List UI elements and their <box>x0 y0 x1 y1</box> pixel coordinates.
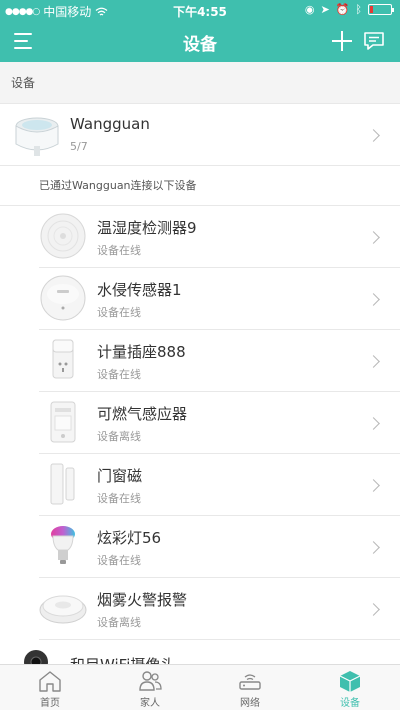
device-status: 设备在线 <box>97 306 141 319</box>
device-status: 设备在线 <box>97 368 141 381</box>
smart-plug-icon <box>52 339 74 379</box>
location-icon: ➤ <box>320 3 330 16</box>
device-name: 计量插座888 <box>97 343 186 361</box>
gateway-name: Wangguan <box>70 115 150 133</box>
chevron-right-icon <box>367 417 380 430</box>
camera-name: 和目WiFi摄像头 <box>70 654 175 664</box>
connected-devices-hint: 已通过Wangguan连接以下设备 <box>0 166 400 206</box>
tab-bar: 首页 家人 网络 设备 <box>0 664 400 710</box>
chevron-right-icon <box>367 541 380 554</box>
chevron-right-icon <box>367 129 380 142</box>
gateway-row[interactable]: Wangguan 5/7 <box>0 104 400 166</box>
camera-row[interactable]: 和目WiFi摄像头 <box>0 640 400 664</box>
chevron-right-icon <box>367 355 380 368</box>
color-bulb-icon <box>51 526 75 564</box>
device-cube-icon <box>339 671 361 692</box>
device-name: 可燃气感应器 <box>97 405 188 423</box>
tab-label: 网络 <box>240 698 260 709</box>
device-row[interactable]: 水侵传感器1 设备在线 <box>39 268 400 330</box>
battery-icon <box>368 4 394 15</box>
device-status: 设备在线 <box>97 492 141 505</box>
tab-label: 首页 <box>40 698 60 709</box>
gateway-device-count: 5/7 <box>70 140 88 153</box>
tab-family[interactable]: 家人 <box>100 665 200 710</box>
message-icon[interactable] <box>362 29 386 53</box>
device-list: 温湿度检测器9 设备在线 水侵传感器1 设备在线 计量插座888 设备在线 可燃… <box>0 206 400 640</box>
status-bar: ●●●●○ 中国移动 下午4:55 ◉ ➤ ⏰ ᛒ <box>0 0 400 20</box>
camera-icon <box>24 650 48 664</box>
device-status: 设备在线 <box>97 244 141 257</box>
device-row[interactable]: 烟雾火警报警 设备离线 <box>39 578 400 640</box>
device-row[interactable]: 炫彩灯56 设备在线 <box>39 516 400 578</box>
device-name: 烟雾火警报警 <box>97 591 188 609</box>
chevron-right-icon <box>367 231 380 244</box>
smoke-alarm-icon <box>39 595 87 624</box>
device-name: 门窗磁 <box>97 467 143 485</box>
water-leak-sensor-icon <box>40 275 86 321</box>
alarm-icon: ⏰ <box>335 3 350 16</box>
device-status: 设备离线 <box>97 616 141 629</box>
chevron-right-icon <box>367 603 380 616</box>
tab-network[interactable]: 网络 <box>200 665 300 710</box>
family-icon <box>139 671 162 691</box>
gateway-thumbnail-icon <box>15 117 59 156</box>
chevron-right-icon <box>367 479 380 492</box>
device-status: 设备在线 <box>97 554 141 567</box>
tab-devices[interactable]: 设备 <box>300 665 400 710</box>
device-name: 水侵传感器1 <box>97 281 182 299</box>
humidity-sensor-icon <box>40 213 86 259</box>
door-window-sensor-icon <box>50 463 75 505</box>
tab-home[interactable]: 首页 <box>0 665 100 710</box>
device-row[interactable]: 门窗磁 设备在线 <box>39 454 400 516</box>
device-row[interactable]: 计量插座888 设备在线 <box>39 330 400 392</box>
tab-label: 设备 <box>340 698 360 709</box>
router-icon <box>239 674 261 690</box>
home-icon <box>39 671 61 692</box>
device-row[interactable]: 温湿度检测器9 设备在线 <box>39 206 400 268</box>
orientation-lock-icon: ◉ <box>304 3 315 16</box>
bluetooth-icon: ᛒ <box>355 3 362 16</box>
device-status: 设备离线 <box>97 430 141 443</box>
device-name: 炫彩灯56 <box>97 529 162 547</box>
nav-bar: 设备 <box>0 20 400 62</box>
gas-sensor-icon <box>50 401 76 443</box>
add-device-button[interactable] <box>330 29 354 53</box>
device-list-view[interactable]: 设备 Wangguan 5/7 已通过Wangguan连接以下设备 温湿度检测器… <box>0 62 400 664</box>
device-row[interactable]: 可燃气感应器 设备离线 <box>39 392 400 454</box>
section-header: 设备 <box>0 62 400 104</box>
system-indicators: ◉ ➤ ⏰ ᛒ <box>304 3 394 16</box>
device-name: 温湿度检测器9 <box>97 219 197 237</box>
chevron-right-icon <box>367 293 380 306</box>
tab-label: 家人 <box>140 698 160 709</box>
